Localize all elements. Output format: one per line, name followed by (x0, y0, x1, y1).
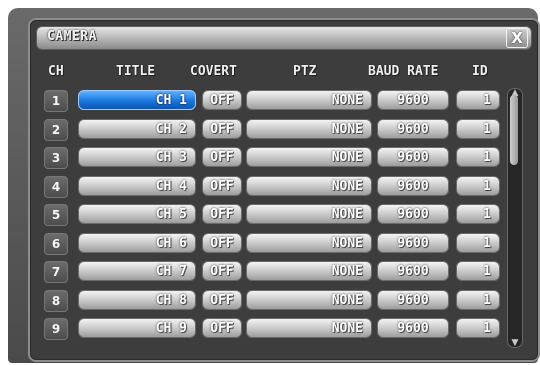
covert-toggle[interactable]: OFF (202, 90, 242, 110)
close-icon[interactable]: X (506, 28, 528, 48)
id-select[interactable]: 1 (456, 289, 500, 310)
covert-toggle[interactable]: OFF (202, 204, 242, 224)
header-baud-rate: BAUD RATE (368, 64, 439, 79)
id-select[interactable]: 1 (456, 204, 500, 224)
baud-rate-select[interactable]: 9600 (377, 147, 449, 167)
baud-rate-select[interactable]: 9600 (377, 204, 449, 224)
header-ch: CH (48, 64, 64, 79)
ptz-select[interactable]: NONE (246, 175, 372, 196)
channel-number: 7 (44, 261, 68, 283)
channel-title-field[interactable]: CH 2 (78, 118, 196, 139)
id-select[interactable]: 1 (456, 118, 500, 139)
covert-toggle[interactable]: OFF (202, 118, 242, 139)
baud-rate-select[interactable]: 9600 (377, 289, 449, 310)
baud-rate-select[interactable]: 9600 (377, 232, 449, 253)
baud-rate-select[interactable]: 9600 (377, 175, 449, 196)
channel-title-field[interactable]: CH 4 (78, 175, 196, 196)
chevron-down-icon[interactable]: ▼ (509, 339, 521, 348)
id-select[interactable]: 1 (456, 175, 500, 196)
baud-rate-select[interactable]: 9600 (377, 318, 449, 338)
covert-toggle[interactable]: OFF (202, 289, 242, 310)
channel-title-field[interactable]: CH 9 (78, 318, 196, 338)
channel-title-field[interactable]: CH 6 (78, 232, 196, 253)
scroll-thumb[interactable] (510, 95, 518, 165)
ptz-select[interactable]: NONE (246, 289, 372, 310)
ptz-select[interactable]: NONE (246, 204, 372, 224)
covert-toggle[interactable]: OFF (202, 318, 242, 338)
channel-number: 3 (44, 147, 68, 169)
ptz-select[interactable]: NONE (246, 232, 372, 253)
channel-number: 8 (44, 289, 68, 312)
baud-rate-select[interactable]: 9600 (377, 118, 449, 139)
title-bar: CAMERA X (36, 26, 532, 50)
header-id: ID (472, 64, 488, 79)
ptz-select[interactable]: NONE (246, 90, 372, 110)
channel-number: 4 (44, 175, 68, 198)
channel-number: 1 (44, 90, 68, 112)
ptz-select[interactable]: NONE (246, 318, 372, 338)
id-select[interactable]: 1 (456, 261, 500, 281)
ptz-select[interactable]: NONE (246, 261, 372, 281)
ptz-select[interactable]: NONE (246, 118, 372, 139)
id-select[interactable]: 1 (456, 147, 500, 167)
window-title: CAMERA (47, 29, 97, 44)
channel-title-field[interactable]: CH 8 (78, 289, 196, 310)
channel-title-field[interactable]: CH 3 (78, 147, 196, 167)
ptz-select[interactable]: NONE (246, 147, 372, 167)
header-covert: COVERT (190, 64, 237, 79)
baud-rate-select[interactable]: 9600 (377, 90, 449, 110)
id-select[interactable]: 1 (456, 90, 500, 110)
channel-number: 2 (44, 118, 68, 141)
covert-toggle[interactable]: OFF (202, 175, 242, 196)
camera-window: CAMERA X CH TITLE COVERT PTZ BAUD RATE I… (28, 18, 540, 362)
vertical-scrollbar[interactable]: ▲ ▼ (507, 88, 523, 348)
covert-toggle[interactable]: OFF (202, 232, 242, 253)
channel-number: 9 (44, 318, 68, 340)
channel-title-field[interactable]: CH 7 (78, 261, 196, 281)
covert-toggle[interactable]: OFF (202, 147, 242, 167)
channel-title-field[interactable]: CH 1 (78, 90, 196, 110)
channel-number: 6 (44, 232, 68, 255)
covert-toggle[interactable]: OFF (202, 261, 242, 281)
channel-number: 5 (44, 204, 68, 226)
header-ptz: PTZ (293, 64, 317, 79)
header-title: TITLE (116, 64, 156, 79)
id-select[interactable]: 1 (456, 232, 500, 253)
channel-title-field[interactable]: CH 5 (78, 204, 196, 224)
id-select[interactable]: 1 (456, 318, 500, 338)
baud-rate-select[interactable]: 9600 (377, 261, 449, 281)
